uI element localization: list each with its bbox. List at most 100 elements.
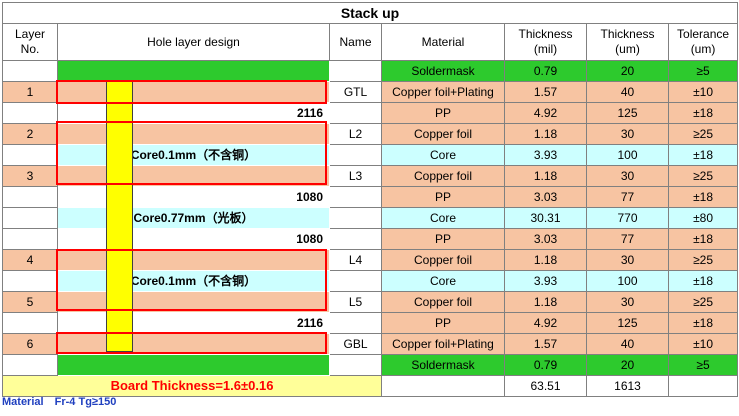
hole-design-cell — [57, 165, 330, 187]
layer-number-cell — [2, 144, 58, 166]
header-thickness-um: Thickness (um) — [586, 23, 669, 61]
total-tolerance-cell — [667, 375, 739, 397]
material-cell: PP — [381, 186, 505, 208]
tolerance-cell: ±18 — [667, 102, 739, 124]
tolerance-cell: ≥5 — [667, 60, 739, 82]
header-thickness-mil: Thickness (mil) — [504, 23, 587, 61]
material-cell: Soldermask — [381, 60, 505, 82]
hole-design-cell: 1080 — [296, 232, 323, 246]
thickness-mil-cell: 30.31 — [504, 207, 587, 229]
layer-number-cell — [2, 270, 58, 292]
hole-design-cell — [57, 81, 330, 103]
thickness-um-cell: 77 — [586, 186, 669, 208]
thickness-um-cell: 100 — [586, 270, 669, 292]
layer-name-cell — [329, 270, 382, 292]
layer-number-cell — [2, 312, 58, 334]
material-cell: Core — [381, 207, 505, 229]
hole-design-cell: Core0.77mm（光板） — [57, 207, 330, 229]
layer-name-cell: L5 — [329, 291, 382, 313]
material-cell: Copper foil — [381, 249, 505, 271]
thickness-um-cell: 20 — [586, 60, 669, 82]
hole-design-cell — [57, 354, 330, 376]
footer-material: Material Fr-4 Tg≥150 — [2, 396, 124, 408]
thickness-mil-cell: 1.18 — [504, 249, 587, 271]
header-tolerance: Tolerance (um) — [667, 23, 739, 61]
total-mil-cell: 63.51 — [504, 375, 587, 397]
material-cell: Copper foil+Plating — [381, 81, 505, 103]
tolerance-cell: ±10 — [667, 81, 739, 103]
material-cell: PP — [381, 228, 505, 250]
hole-design-cell: 2116 — [296, 316, 323, 330]
thickness-mil-cell: 1.57 — [504, 333, 587, 355]
material-cell: Copper foil — [381, 291, 505, 313]
thickness-um-cell: 30 — [586, 123, 669, 145]
hole-design-cell — [57, 60, 330, 82]
layer-name-cell — [329, 354, 382, 376]
header-material: Material — [381, 23, 505, 61]
tolerance-cell: ±80 — [667, 207, 739, 229]
layer-name-cell — [329, 312, 382, 334]
thickness-mil-cell: 1.18 — [504, 123, 587, 145]
header-row: Layer No. Hole layer design Name Materia… — [2, 23, 739, 61]
thickness-um-cell: 125 — [586, 102, 669, 124]
tolerance-cell: ±18 — [667, 186, 739, 208]
layer-number-cell: 6 — [2, 333, 58, 355]
thickness-um-cell: 40 — [586, 81, 669, 103]
material-cell: Copper foil — [381, 165, 505, 187]
total-row: Board Thickness=1.6±0.16 63.51 1613 — [2, 375, 739, 397]
layer-number-cell: 1 — [2, 81, 58, 103]
hole-design-cell: Core0.1mm（不含铜） — [57, 144, 330, 166]
material-cell: PP — [381, 102, 505, 124]
tolerance-cell: ≥25 — [667, 249, 739, 271]
layer-name-cell — [329, 144, 382, 166]
thickness-um-cell: 40 — [586, 333, 669, 355]
thickness-mil-cell: 0.79 — [504, 354, 587, 376]
tolerance-cell: ≥25 — [667, 291, 739, 313]
tolerance-cell: ±18 — [667, 312, 739, 334]
layer-number-cell — [2, 354, 58, 376]
footer-material-label: Material — [2, 396, 44, 408]
material-cell: Copper foil — [381, 123, 505, 145]
material-cell: Core — [381, 270, 505, 292]
thickness-um-cell: 77 — [586, 228, 669, 250]
thickness-mil-cell: 4.92 — [504, 102, 587, 124]
hole-design-cell — [57, 249, 330, 271]
layer-number-cell — [2, 102, 58, 124]
layer-name-cell — [329, 228, 382, 250]
tolerance-cell: ±10 — [667, 333, 739, 355]
tolerance-cell: ±18 — [667, 270, 739, 292]
layer-name-cell — [329, 102, 382, 124]
thickness-mil-cell: 3.03 — [504, 228, 587, 250]
thickness-um-cell: 20 — [586, 354, 669, 376]
thickness-mil-cell: 1.57 — [504, 81, 587, 103]
layer-name-cell: GTL — [329, 81, 382, 103]
header-name: Name — [329, 23, 382, 61]
layer-name-cell: L2 — [329, 123, 382, 145]
thickness-mil-cell: 3.93 — [504, 144, 587, 166]
thickness-um-cell: 30 — [586, 291, 669, 313]
layer-name-cell: L4 — [329, 249, 382, 271]
layer-number-cell — [2, 186, 58, 208]
board-thickness: Board Thickness=1.6±0.16 — [2, 375, 382, 397]
layer-number-cell: 5 — [2, 291, 58, 313]
hole-design-cell — [57, 333, 330, 355]
layer-name-cell — [329, 186, 382, 208]
tolerance-cell: ≥5 — [667, 354, 739, 376]
table-title: Stack up — [1, 2, 739, 24]
total-um-cell: 1613 — [586, 375, 669, 397]
material-cell: Core — [381, 144, 505, 166]
thickness-mil-cell: 0.79 — [504, 60, 587, 82]
hole-design-cell — [57, 291, 330, 313]
table-row: Soldermask 0.79 20 ≥5 — [2, 354, 739, 376]
layer-name-cell: L3 — [329, 165, 382, 187]
layer-number-cell: 2 — [2, 123, 58, 145]
layer-name-cell — [329, 207, 382, 229]
tolerance-cell: ≥25 — [667, 165, 739, 187]
thickness-um-cell: 125 — [586, 312, 669, 334]
layer-number-cell — [2, 207, 58, 229]
hole-design-cell: Core0.1mm（不含铜） — [57, 270, 330, 292]
material-cell: Copper foil+Plating — [381, 333, 505, 355]
layer-number-cell: 4 — [2, 249, 58, 271]
tolerance-cell: ±18 — [667, 144, 739, 166]
material-cell: Soldermask — [381, 354, 505, 376]
